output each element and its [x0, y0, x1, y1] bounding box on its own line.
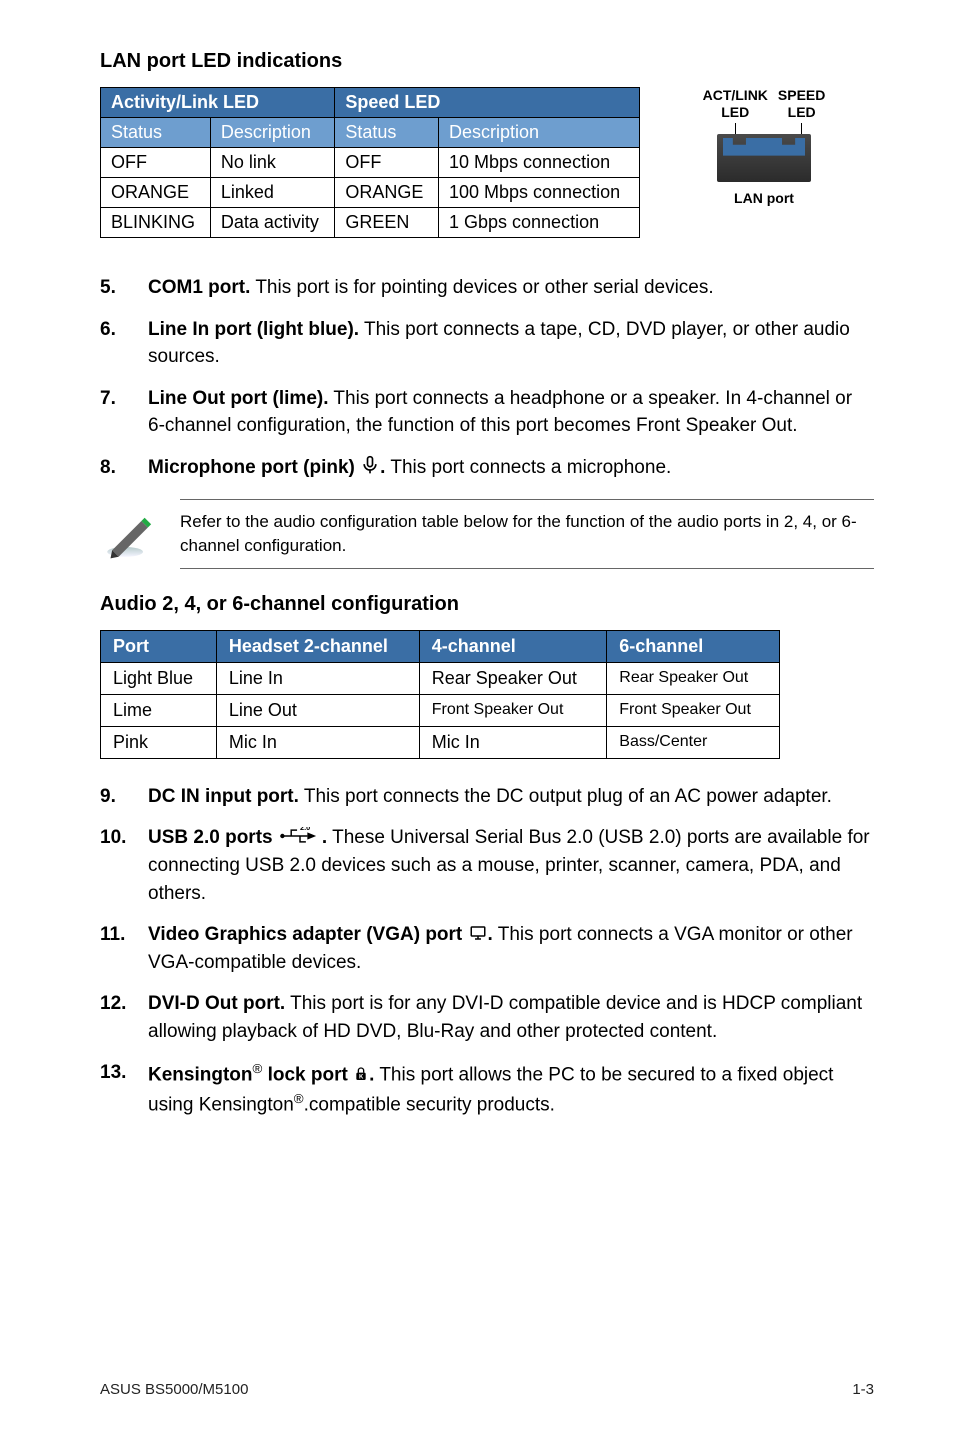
list-item: 11. Video Graphics adapter (VGA) port . T… — [100, 921, 874, 976]
monitor-icon — [468, 924, 488, 942]
item-number: 8. — [100, 454, 130, 482]
pencil-icon — [100, 508, 160, 560]
led-sub: Description — [438, 118, 639, 148]
footer-right: 1-3 — [852, 1381, 874, 1398]
table-row: OFFNo linkOFF10 Mbps connection — [101, 148, 640, 178]
item-number: 13. — [100, 1059, 130, 1119]
led-group1: Activity/Link LED — [101, 88, 335, 118]
list-item: 12. DVI-D Out port. This port is for any … — [100, 990, 874, 1045]
list-item: 6. Line In port (light blue). This port c… — [100, 316, 874, 371]
table-row: PinkMic InMic InBass/Center — [101, 726, 780, 758]
item-body: Microphone port (pink) . This port conne… — [148, 454, 874, 482]
page-footer: ASUS BS5000/M5100 1-3 — [100, 1375, 874, 1398]
item-number: 12. — [100, 990, 130, 1045]
audio-heading: Audio 2, 4, or 6-channel configuration — [100, 593, 874, 616]
table-row: ORANGELinkedORANGE100 Mbps connection — [101, 178, 640, 208]
led-sub: Status — [101, 118, 211, 148]
svg-text:K: K — [359, 1074, 364, 1080]
diagram-label: SPEED — [778, 87, 825, 104]
led-sub: Status — [335, 118, 439, 148]
table-row: Light BlueLine InRear Speaker OutRear Sp… — [101, 662, 780, 694]
led-sub: Description — [210, 118, 335, 148]
audio-table: Port Headset 2-channel 4-channel 6-chann… — [100, 630, 780, 759]
item-number: 11. — [100, 921, 130, 976]
item-body: COM1 port. This port is for pointing dev… — [148, 274, 874, 302]
list-item: 7. Line Out port (lime). This port connec… — [100, 385, 874, 440]
item-body: USB 2.0 ports 2.0. These Universal Seria… — [148, 824, 874, 907]
footer-left: ASUS BS5000/M5100 — [100, 1381, 248, 1398]
item-body: Video Graphics adapter (VGA) port . This… — [148, 921, 874, 976]
led-table: Activity/Link LED Speed LED Status Descr… — [100, 87, 640, 238]
item-body: Line In port (light blue). This port con… — [148, 316, 874, 371]
diagram-label: LED — [721, 104, 749, 121]
usb-icon: 2.0 — [278, 827, 322, 845]
mic-icon — [360, 455, 380, 475]
led-group2: Speed LED — [335, 88, 640, 118]
lock-icon: K — [353, 1065, 369, 1083]
note-box: Refer to the audio configuration table b… — [100, 499, 874, 569]
item-body: Line Out port (lime). This port connects… — [148, 385, 874, 440]
led-heading: LAN port LED indications — [100, 50, 874, 73]
item-number: 7. — [100, 385, 130, 440]
item-number: 9. — [100, 783, 130, 811]
table-row: BLINKINGData activityGREEN1 Gbps connect… — [101, 208, 640, 238]
lan-jack-icon — [717, 134, 811, 182]
diagram-label: LED — [788, 104, 816, 121]
list-item: 5. COM1 port. This port is for pointing d… — [100, 274, 874, 302]
svg-text:2.0: 2.0 — [300, 827, 310, 832]
list-item: 10. USB 2.0 ports 2.0. These Universal Se… — [100, 824, 874, 907]
list-item: 8. Microphone port (pink) . This port con… — [100, 454, 874, 482]
lan-port-diagram: ACT/LINK LED SPEED LED LAN port — [664, 87, 864, 206]
item-body: Kensington® lock port K. This port allow… — [148, 1059, 874, 1119]
diagram-caption: LAN port — [734, 190, 794, 206]
list-item: 9. DC IN input port. This port connects t… — [100, 783, 874, 811]
item-body: DC IN input port. This port connects the… — [148, 783, 874, 811]
diagram-label: ACT/LINK — [703, 87, 768, 104]
item-body: DVI-D Out port. This port is for any DVI… — [148, 990, 874, 1045]
item-number: 10. — [100, 824, 130, 907]
list-item: 13. Kensington® lock port K. This port al… — [100, 1059, 874, 1119]
note-text: Refer to the audio configuration table b… — [180, 499, 874, 569]
table-row: LimeLine OutFront Speaker OutFront Speak… — [101, 694, 780, 726]
item-number: 5. — [100, 274, 130, 302]
item-number: 6. — [100, 316, 130, 371]
